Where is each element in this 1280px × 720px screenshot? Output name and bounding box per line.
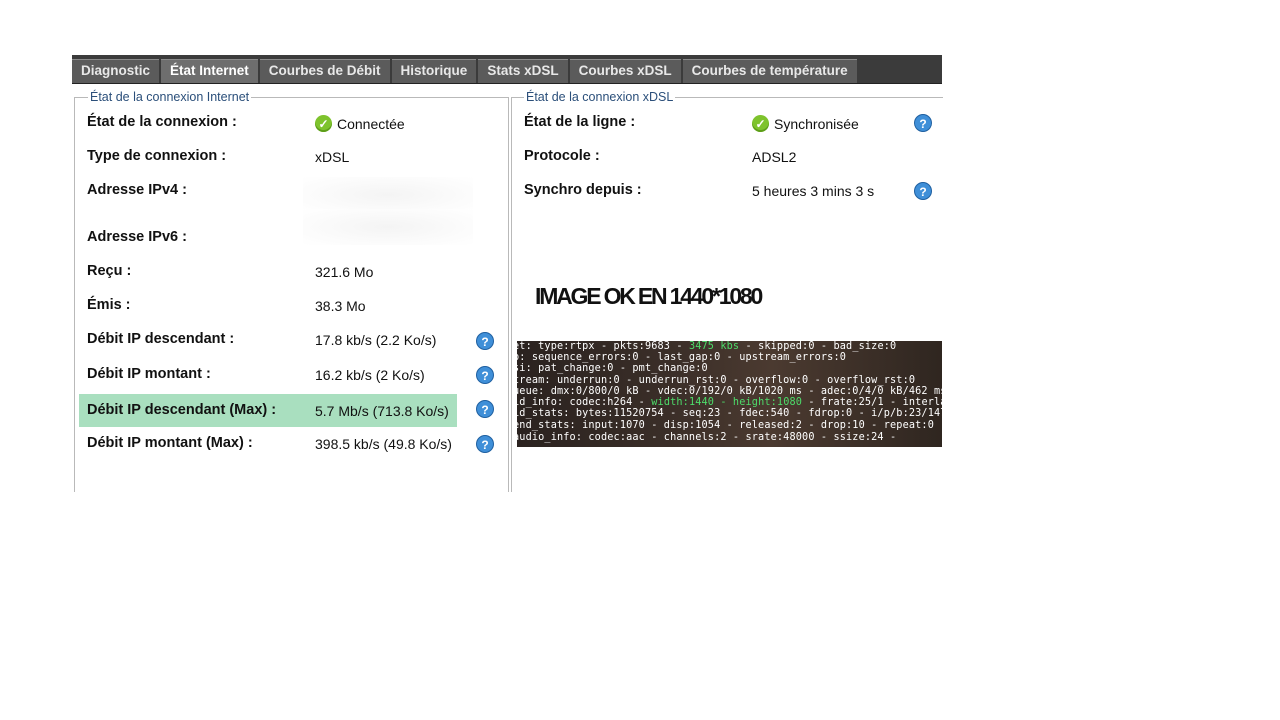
help-icon[interactable]: ? [476, 435, 494, 453]
row-label: Reçu : [87, 263, 132, 279]
overlay-caption: IMAGE OK EN 1440*1080 [535, 283, 763, 309]
row-label: Type de connexion : [87, 148, 227, 164]
row-connection-state: État de la connexion : ✓ Connectée [75, 108, 508, 138]
help-icon[interactable]: ? [914, 182, 932, 200]
tab-stats-xdsl[interactable]: Stats xDSL [478, 59, 568, 83]
help-icon[interactable]: ? [476, 366, 494, 384]
row-value: ✓ Synchronisée [752, 115, 859, 132]
row-download-rate: Débit IP descendant : 17.8 kb/s (2.2 Ko/… [75, 325, 508, 355]
row-upload-rate-max: Débit IP montant (Max) : 398.5 kb/s (49.… [75, 429, 508, 459]
row-upload-rate: Débit IP montant : 16.2 kb/s (2 Ko/s) [75, 360, 508, 390]
row-download-rate-max: Débit IP descendant (Max) : 5.7 Mb/s (71… [79, 394, 457, 427]
tab-bar: Diagnostic État Internet Courbes de Débi… [72, 55, 942, 84]
row-value: xDSL [315, 149, 350, 165]
row-label: Protocole : [524, 148, 600, 164]
line-status: Synchronisée [774, 115, 859, 132]
row-label: Adresse IPv4 : [87, 182, 187, 198]
row-value: 38.3 Mo [315, 298, 366, 314]
panel-legend: État de la connexion Internet [88, 90, 252, 104]
row-label: Débit IP descendant : [87, 331, 235, 347]
redacted-ipv4 [303, 177, 473, 213]
stats-line: id_stats: bytes:11520754 - seq:23 - fdec… [517, 408, 942, 419]
row-value: 17.8 kb/s (2.2 Ko/s) [315, 332, 437, 348]
row-received: Reçu : 321.6 Mo [75, 257, 508, 287]
row-label: Débit IP montant (Max) : [87, 435, 253, 451]
row-label: Débit IP descendant (Max) : [87, 402, 277, 418]
row-line-state: État de la ligne : ✓ Synchronisée [512, 108, 943, 138]
tab-courbes-xdsl[interactable]: Courbes xDSL [569, 59, 681, 83]
row-label: Débit IP montant : [87, 366, 211, 382]
tab-historique[interactable]: Historique [391, 59, 477, 83]
row-value: 5.7 Mb/s (713.8 Ko/s) [315, 403, 449, 419]
row-value: 5 heures 3 mins 3 s [752, 183, 875, 199]
row-value: 398.5 kb/s (49.8 Ko/s) [315, 436, 452, 452]
stats-line: si: pat_change:0 - pmt_change:0 [517, 363, 708, 374]
row-label: Adresse IPv6 : [87, 229, 187, 245]
help-icon[interactable]: ? [476, 332, 494, 350]
row-value: ✓ Connectée [315, 115, 405, 132]
row-label: Émis : [87, 297, 131, 313]
help-icon[interactable]: ? [476, 400, 494, 418]
connection-status: Connectée [337, 115, 405, 132]
tab-diagnostic[interactable]: Diagnostic [72, 59, 160, 83]
help-icon[interactable]: ? [914, 114, 932, 132]
check-icon: ✓ [752, 115, 769, 132]
tab-courbes-temperature[interactable]: Courbes de température [682, 59, 857, 83]
row-value: ADSL2 [752, 149, 797, 165]
row-protocol: Protocole : ADSL2 [512, 142, 943, 172]
row-label: Synchro depuis : [524, 182, 642, 198]
internet-connection-panel: État de la connexion Internet État de la… [74, 90, 509, 492]
row-value: 321.6 Mo [315, 264, 374, 280]
row-label: État de la ligne : [524, 114, 636, 130]
panel-legend: État de la connexion xDSL [524, 90, 676, 104]
row-sync-since: Synchro depuis : 5 heures 3 mins 3 s [512, 176, 943, 206]
stream-stats-image: et: type:rtpx - pkts:9683 - 3475 kbs - s… [517, 341, 942, 447]
check-icon: ✓ [315, 115, 332, 132]
tab-etat-internet[interactable]: État Internet [161, 59, 258, 83]
stats-line: end_stats: input:1070 - disp:1054 - rele… [517, 420, 942, 431]
row-connection-type: Type de connexion : xDSL [75, 142, 508, 172]
row-value: 16.2 kb/s (2 Ko/s) [315, 367, 425, 383]
row-label: État de la connexion : [87, 114, 237, 130]
stats-line: audio_info: codec:aac - channels:2 - sra… [517, 432, 897, 443]
row-sent: Émis : 38.3 Mo [75, 291, 508, 321]
redacted-ipv6 [303, 209, 473, 245]
tab-courbes-debit[interactable]: Courbes de Débit [259, 59, 390, 83]
